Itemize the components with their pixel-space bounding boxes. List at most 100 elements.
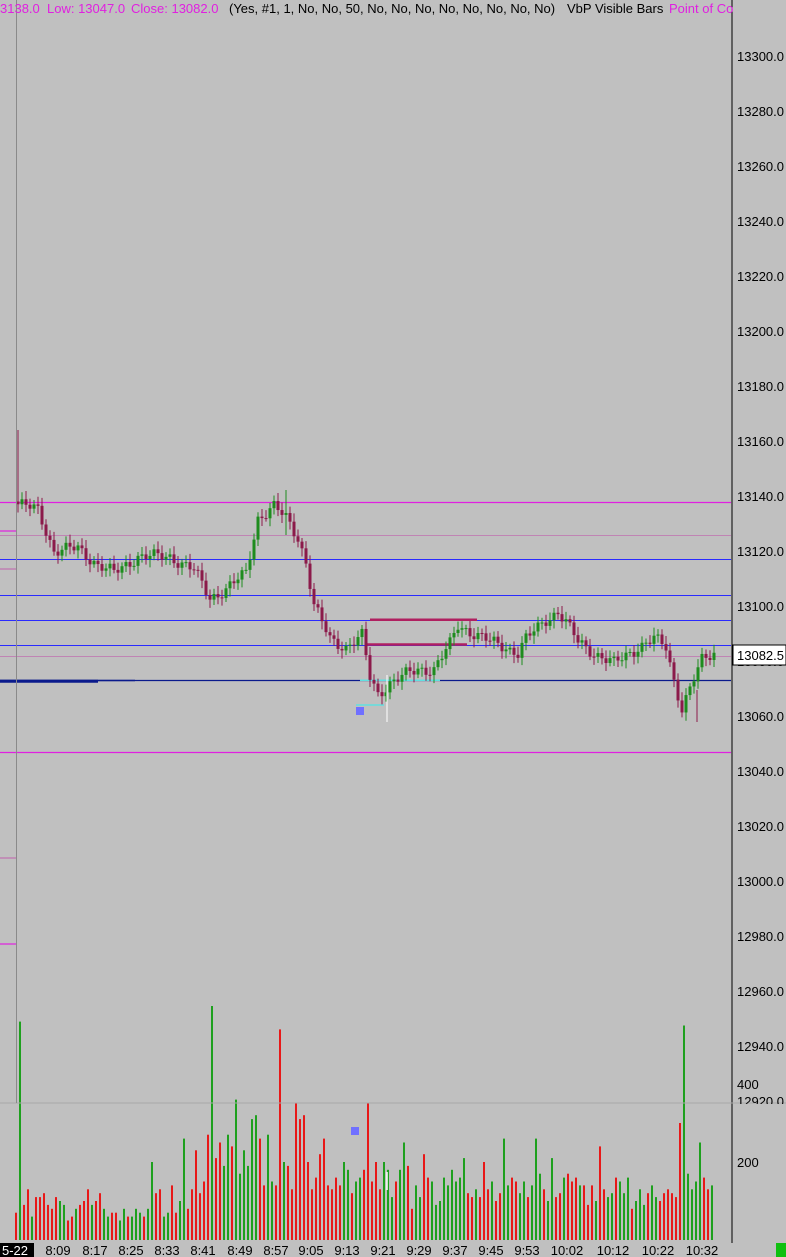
scroll-indicator[interactable] bbox=[776, 1243, 786, 1257]
candle-body bbox=[584, 640, 588, 647]
candle-body bbox=[356, 637, 360, 646]
volume-bar bbox=[271, 1181, 273, 1240]
volume-bar bbox=[711, 1185, 713, 1240]
candle-body bbox=[132, 565, 136, 567]
volume-bar bbox=[543, 1189, 545, 1240]
volume-bar bbox=[167, 1212, 169, 1240]
candle-body bbox=[536, 622, 540, 632]
volume-bar bbox=[291, 1189, 293, 1240]
candle-body bbox=[368, 655, 372, 680]
volume-bar bbox=[623, 1193, 625, 1240]
current-price-label: 13082.5 bbox=[737, 648, 784, 663]
volume-bar bbox=[451, 1169, 453, 1240]
volume-bar bbox=[563, 1177, 565, 1240]
candle-body bbox=[456, 629, 460, 633]
volume-bar bbox=[679, 1123, 681, 1240]
candle-body bbox=[624, 652, 628, 661]
candle-body bbox=[424, 667, 428, 675]
candle-body bbox=[104, 568, 108, 571]
volume-bar bbox=[135, 1208, 137, 1240]
volume-bar bbox=[71, 1216, 73, 1240]
candle-body bbox=[228, 581, 232, 589]
candle-body bbox=[244, 569, 248, 571]
volume-tick-label: 400 bbox=[737, 1077, 759, 1092]
volume-bar bbox=[647, 1193, 649, 1240]
candle-body bbox=[160, 553, 164, 560]
volume-bar bbox=[559, 1193, 561, 1240]
volume-bar bbox=[487, 1189, 489, 1240]
volume-bar bbox=[703, 1177, 705, 1240]
volume-bar bbox=[319, 1154, 321, 1240]
candle-body bbox=[604, 658, 608, 663]
price-tick-label: 13220.0 bbox=[737, 269, 784, 284]
price-tick-label: 13140.0 bbox=[737, 489, 784, 504]
candle-body bbox=[64, 542, 68, 550]
price-tick-label: 12980.0 bbox=[737, 929, 784, 944]
candle-body bbox=[580, 640, 584, 643]
volume-bar bbox=[227, 1134, 229, 1240]
candle-body bbox=[184, 562, 188, 564]
candle-body bbox=[24, 499, 28, 505]
candle-body bbox=[40, 505, 44, 525]
candle-body bbox=[108, 563, 112, 569]
candle-body bbox=[260, 516, 264, 519]
time-tick-label: 10:22 bbox=[642, 1243, 675, 1257]
volume-bar bbox=[375, 1162, 377, 1240]
time-tick-label: 8:25 bbox=[118, 1243, 143, 1257]
study-name[interactable]: VbP Visible Bars bbox=[567, 1, 664, 16]
candle-body bbox=[364, 628, 368, 656]
chart-canvas[interactable]: 13300.0 13280.0 13260.0 13240.0 13220.0 13200… bbox=[0, 0, 786, 1257]
candle-body bbox=[460, 628, 464, 630]
candle-body bbox=[376, 683, 380, 693]
candle-body bbox=[672, 662, 676, 680]
volume-bar bbox=[51, 1208, 53, 1240]
candle-body bbox=[532, 631, 536, 636]
date-label: 5-22 bbox=[2, 1243, 28, 1257]
volume-bar bbox=[435, 1204, 437, 1240]
price-tick-label: 12960.0 bbox=[737, 984, 784, 999]
candle-body bbox=[480, 633, 484, 635]
volume-bar bbox=[159, 1189, 161, 1240]
candle-body bbox=[628, 652, 632, 654]
time-tick-label: 9:53 bbox=[514, 1243, 539, 1257]
candle-body bbox=[496, 636, 500, 643]
study2-name[interactable]: Point of Co bbox=[669, 1, 733, 16]
marker-square bbox=[351, 1127, 359, 1135]
candle-body bbox=[112, 563, 116, 570]
candle-body bbox=[700, 653, 704, 668]
candle-body bbox=[296, 536, 300, 542]
candle-body bbox=[84, 548, 88, 560]
volume-bar bbox=[87, 1189, 89, 1240]
candle-body bbox=[420, 667, 424, 669]
volume-bar bbox=[683, 1025, 685, 1240]
candle-body bbox=[332, 635, 336, 639]
candle-body bbox=[68, 542, 72, 547]
volume-bar bbox=[415, 1185, 417, 1240]
volume-bar bbox=[343, 1162, 345, 1240]
candle-body bbox=[28, 504, 32, 509]
time-tick-label: 9:29 bbox=[406, 1243, 431, 1257]
candle-body bbox=[568, 619, 572, 623]
volume-bar bbox=[299, 1119, 301, 1240]
volume-bar bbox=[519, 1193, 521, 1240]
volume-bar bbox=[231, 1146, 233, 1240]
candle-body bbox=[300, 541, 304, 549]
volume-bar bbox=[111, 1212, 113, 1240]
volume-bar bbox=[331, 1189, 333, 1240]
volume-bar bbox=[55, 1197, 57, 1240]
candle-body bbox=[256, 516, 260, 540]
volume-bar bbox=[575, 1177, 577, 1240]
volume-bar bbox=[123, 1208, 125, 1240]
candle-body bbox=[192, 569, 196, 571]
candle-body bbox=[200, 570, 204, 581]
candle-body bbox=[464, 628, 468, 630]
candle-body bbox=[196, 569, 200, 571]
candle-body bbox=[380, 692, 384, 697]
volume-bar bbox=[75, 1208, 77, 1240]
candle-body bbox=[372, 679, 376, 684]
candle-body bbox=[96, 560, 100, 565]
candle-body bbox=[500, 642, 504, 652]
volume-bar bbox=[39, 1197, 41, 1240]
time-tick-label: 8:09 bbox=[45, 1243, 70, 1257]
volume-bar bbox=[303, 1115, 305, 1240]
